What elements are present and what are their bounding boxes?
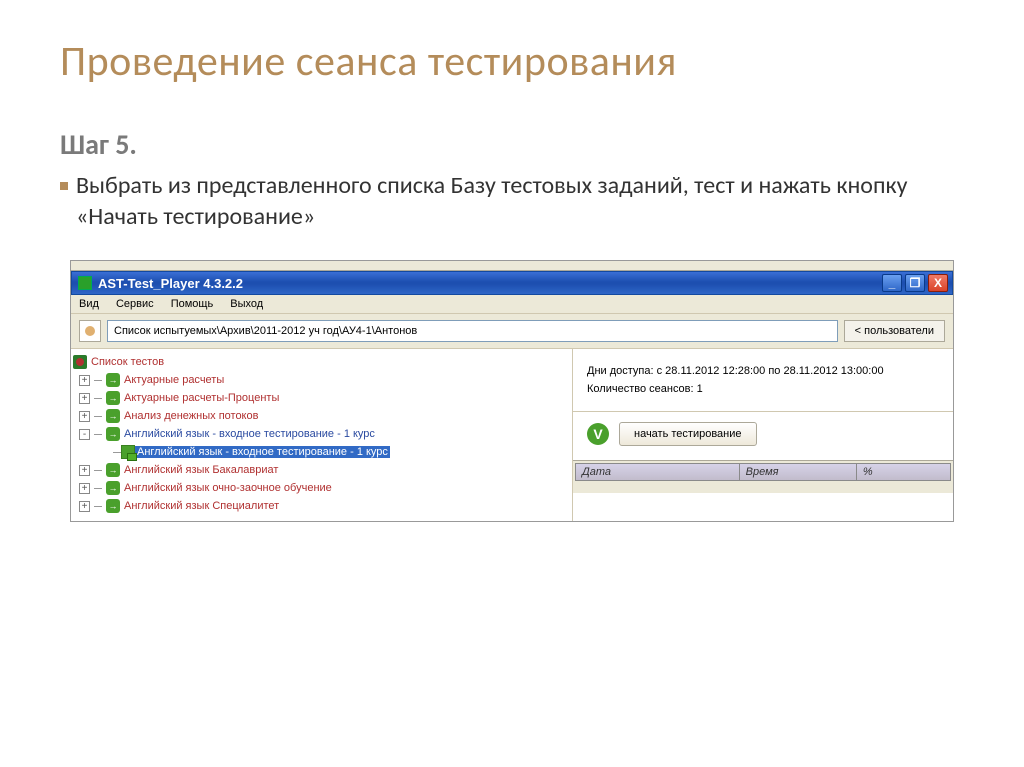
results-table: Дата Время % xyxy=(573,460,953,493)
slide-title: Проведение сеанса тестирования xyxy=(60,36,964,87)
expand-icon[interactable]: + xyxy=(79,501,90,512)
session-count: Количество сеансов: 1 xyxy=(587,383,939,395)
expand-icon[interactable]: + xyxy=(79,393,90,404)
test-icon xyxy=(121,445,135,459)
menu-service[interactable]: Сервис xyxy=(116,298,154,310)
tree-item[interactable]: - Английский язык - входное тестирование… xyxy=(73,425,566,443)
close-button[interactable]: X xyxy=(928,274,948,292)
step-label: Шаг 5. xyxy=(60,127,964,162)
tree-item-label: Английский язык очно-заочное обучение xyxy=(124,482,332,494)
window-titlebar[interactable]: AST-Test_Player 4.3.2.2 _ ❐ X xyxy=(71,271,953,295)
folder-icon xyxy=(106,409,120,423)
tree-item[interactable]: + Английский язык Специалитет xyxy=(73,497,566,515)
app-screenshot: AST-Test_Player 4.3.2.2 _ ❐ X Вид Сервис… xyxy=(70,260,954,522)
folder-icon xyxy=(106,481,120,495)
menu-help[interactable]: Помощь xyxy=(171,298,214,310)
col-percent[interactable]: % xyxy=(857,464,950,480)
step-text: Выбрать из представленного списка Базу т… xyxy=(76,170,964,232)
tree-item[interactable]: + Английский язык Бакалавриат xyxy=(73,461,566,479)
maximize-button[interactable]: ❐ xyxy=(905,274,925,292)
tree-panel: Список тестов + Актуарные расчеты + Акту… xyxy=(71,349,573,521)
access-dates: Дни доступа: с 28.11.2012 12:28:00 по 28… xyxy=(587,365,939,377)
folder-icon xyxy=(106,373,120,387)
bullet-icon xyxy=(60,182,68,190)
tree-item-label: Актуарные расчеты xyxy=(124,374,224,386)
minimize-button[interactable]: _ xyxy=(882,274,902,292)
toolbar: Список испытуемых\Архив\2011-2012 уч год… xyxy=(71,314,953,349)
info-panel: Дни доступа: с 28.11.2012 12:28:00 по 28… xyxy=(573,349,953,412)
check-icon: V xyxy=(587,423,609,445)
tree-item-label: Английский язык - входное тестирование -… xyxy=(124,428,375,440)
expand-icon[interactable]: + xyxy=(79,375,90,386)
tree-root-label: Список тестов xyxy=(91,356,164,368)
tree-item[interactable]: + Английский язык очно-заочное обучение xyxy=(73,479,566,497)
menu-bar: Вид Сервис Помощь Выход xyxy=(71,295,953,314)
folder-icon xyxy=(106,463,120,477)
breadcrumb-path[interactable]: Список испытуемых\Архив\2011-2012 уч год… xyxy=(107,320,838,342)
app-icon xyxy=(78,276,92,290)
folder-icon xyxy=(106,391,120,405)
tree-item[interactable]: + Анализ денежных потоков xyxy=(73,407,566,425)
tree-item-selected[interactable]: Английский язык - входное тестирование -… xyxy=(73,443,566,461)
tree-item-label: Актуарные расчеты-Проценты xyxy=(124,392,279,404)
tree-item-label: Анализ денежных потоков xyxy=(124,410,258,422)
expand-icon[interactable]: + xyxy=(79,465,90,476)
tree-item[interactable]: + Актуарные расчеты xyxy=(73,371,566,389)
collapse-icon[interactable]: - xyxy=(79,429,90,440)
expand-icon[interactable]: + xyxy=(79,411,90,422)
menu-view[interactable]: Вид xyxy=(79,298,99,310)
folder-icon xyxy=(106,427,120,441)
users-button[interactable]: < пользователи xyxy=(844,320,945,342)
col-date[interactable]: Дата xyxy=(576,464,740,480)
start-test-button[interactable]: начать тестирование xyxy=(619,422,757,446)
tree-item-label: Английский язык - входное тестирование -… xyxy=(135,446,390,458)
window-title: AST-Test_Player 4.3.2.2 xyxy=(98,276,243,291)
menu-exit[interactable]: Выход xyxy=(230,298,263,310)
tree-item-label: Английский язык Бакалавриат xyxy=(124,464,278,476)
tree-root-icon xyxy=(73,355,87,369)
tree-item-label: Английский язык Специалитет xyxy=(124,500,279,512)
col-time[interactable]: Время xyxy=(740,464,857,480)
tree-root[interactable]: Список тестов xyxy=(73,355,566,369)
user-icon[interactable] xyxy=(79,320,101,342)
expand-icon[interactable]: + xyxy=(79,483,90,494)
folder-icon xyxy=(106,499,120,513)
tree-item[interactable]: + Актуарные расчеты-Проценты xyxy=(73,389,566,407)
